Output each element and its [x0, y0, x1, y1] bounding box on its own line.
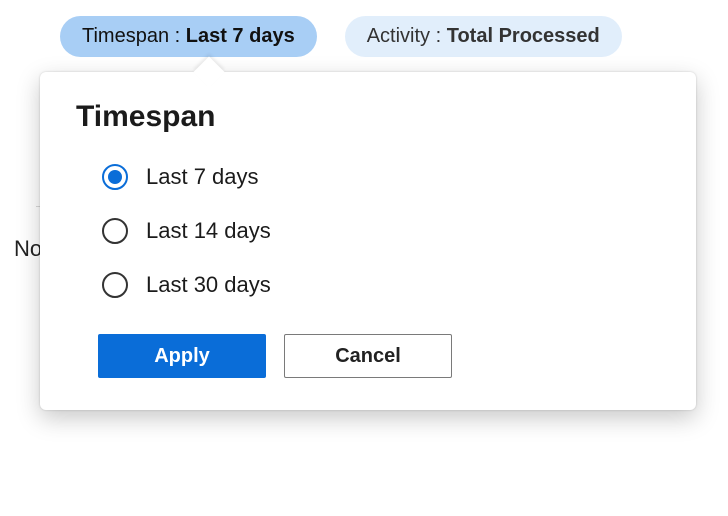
- timespan-option-list: Last 7 days Last 14 days Last 30 days: [76, 156, 660, 306]
- radio-icon: [102, 218, 128, 244]
- pill-label: Timespan: [82, 25, 169, 47]
- pill-label: Activity: [367, 25, 430, 47]
- filter-pill-timespan[interactable]: Timespan : Last 7 days: [60, 16, 317, 57]
- background-clipped-text: No: [14, 236, 42, 262]
- filter-pill-activity[interactable]: Activity : Total Processed: [345, 16, 622, 57]
- apply-button[interactable]: Apply: [98, 334, 266, 378]
- timespan-option-last-30-days[interactable]: Last 30 days: [102, 264, 660, 306]
- popover-title: Timespan: [76, 100, 660, 134]
- radio-icon: [102, 272, 128, 298]
- timespan-option-last-7-days[interactable]: Last 7 days: [102, 156, 660, 198]
- timespan-popover: Timespan Last 7 days Last 14 days Last 3…: [40, 72, 696, 410]
- option-label: Last 30 days: [146, 272, 271, 298]
- pill-value: Last 7 days: [186, 25, 295, 47]
- radio-icon: [102, 164, 128, 190]
- pill-sep: :: [430, 25, 447, 47]
- pill-sep: :: [169, 25, 186, 47]
- cancel-button[interactable]: Cancel: [284, 334, 452, 378]
- filter-pill-row: Timespan : Last 7 days Activity : Total …: [0, 16, 728, 57]
- pill-value: Total Processed: [447, 25, 600, 47]
- timespan-option-last-14-days[interactable]: Last 14 days: [102, 210, 660, 252]
- option-label: Last 14 days: [146, 218, 271, 244]
- option-label: Last 7 days: [146, 164, 259, 190]
- popover-button-row: Apply Cancel: [76, 334, 660, 408]
